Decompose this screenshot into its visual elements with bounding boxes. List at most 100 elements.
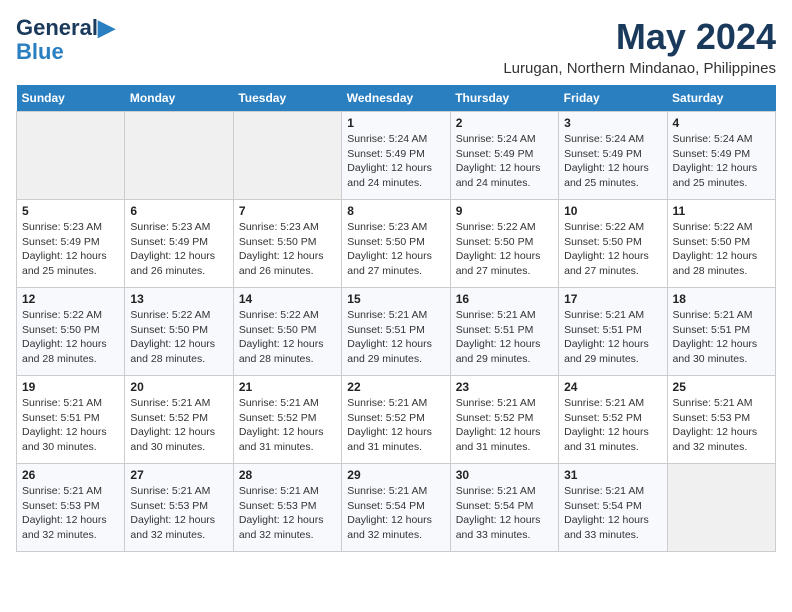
day-number: 24 [564, 380, 661, 394]
day-number: 30 [456, 468, 553, 482]
calendar-cell: 14Sunrise: 5:22 AMSunset: 5:50 PMDayligh… [233, 288, 341, 376]
day-number: 20 [130, 380, 227, 394]
day-number: 22 [347, 380, 444, 394]
calendar-cell: 5 Sunrise: 5:23 AMSunset: 5:49 PMDaylight… [17, 200, 125, 288]
page-header: General▶Blue May 2024 Lurugan, Northern … [16, 16, 776, 77]
calendar-cell: 25Sunrise: 5:21 AMSunset: 5:53 PMDayligh… [667, 376, 775, 464]
calendar-cell: 8Sunrise: 5:23 AMSunset: 5:50 PMDaylight… [342, 200, 450, 288]
month-title: May 2024 [503, 16, 776, 58]
day-detail: Sunrise: 5:24 AMSunset: 5:49 PMDaylight:… [673, 132, 770, 191]
weekday-header: Friday [559, 85, 667, 112]
day-detail: Sunrise: 5:21 AMSunset: 5:52 PMDaylight:… [456, 396, 553, 455]
day-number: 6 [130, 204, 227, 218]
day-number: 3 [564, 116, 661, 130]
calendar-cell: 3 Sunrise: 5:24 AMSunset: 5:49 PMDaylight… [559, 112, 667, 200]
day-detail: Sunrise: 5:21 AMSunset: 5:51 PMDaylight:… [22, 396, 119, 455]
day-number: 28 [239, 468, 336, 482]
calendar-cell [233, 112, 341, 200]
day-detail: Sunrise: 5:21 AMSunset: 5:52 PMDaylight:… [347, 396, 444, 455]
day-number: 26 [22, 468, 119, 482]
calendar-cell: 21 Sunrise: 5:21 AMSunset: 5:52 PMDayligh… [233, 376, 341, 464]
calendar-cell: 27 Sunrise: 5:21 AMSunset: 5:53 PMDayligh… [125, 464, 233, 552]
day-detail: Sunrise: 5:21 AMSunset: 5:53 PMDaylight:… [130, 484, 227, 543]
day-detail: Sunrise: 5:21 AMSunset: 5:51 PMDaylight:… [673, 308, 770, 367]
day-number: 14 [239, 292, 336, 306]
day-detail: Sunrise: 5:21 AMSunset: 5:52 PMDaylight:… [239, 396, 336, 455]
day-detail: Sunrise: 5:24 AMSunset: 5:49 PMDaylight:… [564, 132, 661, 191]
calendar-cell: 28 Sunrise: 5:21 AMSunset: 5:53 PMDayligh… [233, 464, 341, 552]
day-detail: Sunrise: 5:23 AMSunset: 5:49 PMDaylight:… [130, 220, 227, 279]
day-number: 31 [564, 468, 661, 482]
calendar-cell: 2Sunrise: 5:24 AMSunset: 5:49 PMDaylight… [450, 112, 558, 200]
day-detail: Sunrise: 5:23 AMSunset: 5:50 PMDaylight:… [347, 220, 444, 279]
day-detail: Sunrise: 5:21 AMSunset: 5:53 PMDaylight:… [239, 484, 336, 543]
day-number: 16 [456, 292, 553, 306]
calendar-cell: 18Sunrise: 5:21 AMSunset: 5:51 PMDayligh… [667, 288, 775, 376]
day-number: 10 [564, 204, 661, 218]
day-number: 13 [130, 292, 227, 306]
calendar-cell: 4 Sunrise: 5:24 AMSunset: 5:49 PMDaylight… [667, 112, 775, 200]
weekday-header: Sunday [17, 85, 125, 112]
day-number: 12 [22, 292, 119, 306]
calendar-week-row: 26 Sunrise: 5:21 AMSunset: 5:53 PMDayligh… [17, 464, 776, 552]
day-number: 21 [239, 380, 336, 394]
calendar-table: SundayMondayTuesdayWednesdayThursdayFrid… [16, 85, 776, 552]
day-number: 2 [456, 116, 553, 130]
calendar-cell: 11Sunrise: 5:22 AMSunset: 5:50 PMDayligh… [667, 200, 775, 288]
calendar-cell: 31 Sunrise: 5:21 AMSunset: 5:54 PMDayligh… [559, 464, 667, 552]
calendar-cell: 9 Sunrise: 5:22 AMSunset: 5:50 PMDaylight… [450, 200, 558, 288]
day-detail: Sunrise: 5:21 AMSunset: 5:52 PMDaylight:… [130, 396, 227, 455]
day-detail: Sunrise: 5:23 AMSunset: 5:49 PMDaylight:… [22, 220, 119, 279]
day-detail: Sunrise: 5:23 AMSunset: 5:50 PMDaylight:… [239, 220, 336, 279]
day-detail: Sunrise: 5:22 AMSunset: 5:50 PMDaylight:… [22, 308, 119, 367]
day-number: 27 [130, 468, 227, 482]
calendar-cell: 13 Sunrise: 5:22 AMSunset: 5:50 PMDayligh… [125, 288, 233, 376]
calendar-cell: 23 Sunrise: 5:21 AMSunset: 5:52 PMDayligh… [450, 376, 558, 464]
calendar-cell [667, 464, 775, 552]
day-detail: Sunrise: 5:22 AMSunset: 5:50 PMDaylight:… [130, 308, 227, 367]
day-detail: Sunrise: 5:24 AMSunset: 5:49 PMDaylight:… [347, 132, 444, 191]
calendar-week-row: 12 Sunrise: 5:22 AMSunset: 5:50 PMDayligh… [17, 288, 776, 376]
calendar-cell: 29 Sunrise: 5:21 AMSunset: 5:54 PMDayligh… [342, 464, 450, 552]
calendar-cell [125, 112, 233, 200]
logo-text: General▶Blue [16, 16, 115, 64]
day-detail: Sunrise: 5:21 AMSunset: 5:54 PMDaylight:… [456, 484, 553, 543]
day-detail: Sunrise: 5:21 AMSunset: 5:54 PMDaylight:… [347, 484, 444, 543]
calendar-cell: 24Sunrise: 5:21 AMSunset: 5:52 PMDayligh… [559, 376, 667, 464]
calendar-cell: 1 Sunrise: 5:24 AMSunset: 5:49 PMDaylight… [342, 112, 450, 200]
day-detail: Sunrise: 5:22 AMSunset: 5:50 PMDaylight:… [564, 220, 661, 279]
weekday-header: Wednesday [342, 85, 450, 112]
calendar-cell: 7 Sunrise: 5:23 AMSunset: 5:50 PMDaylight… [233, 200, 341, 288]
day-number: 4 [673, 116, 770, 130]
day-number: 23 [456, 380, 553, 394]
day-number: 1 [347, 116, 444, 130]
day-detail: Sunrise: 5:21 AMSunset: 5:54 PMDaylight:… [564, 484, 661, 543]
calendar-body: 1 Sunrise: 5:24 AMSunset: 5:49 PMDaylight… [17, 112, 776, 552]
day-detail: Sunrise: 5:22 AMSunset: 5:50 PMDaylight:… [456, 220, 553, 279]
day-number: 9 [456, 204, 553, 218]
day-number: 15 [347, 292, 444, 306]
weekday-header: Thursday [450, 85, 558, 112]
location: Lurugan, Northern Mindanao, Philippines [503, 60, 776, 77]
calendar-cell: 12 Sunrise: 5:22 AMSunset: 5:50 PMDayligh… [17, 288, 125, 376]
day-detail: Sunrise: 5:21 AMSunset: 5:53 PMDaylight:… [22, 484, 119, 543]
day-number: 17 [564, 292, 661, 306]
day-number: 19 [22, 380, 119, 394]
day-number: 11 [673, 204, 770, 218]
day-number: 5 [22, 204, 119, 218]
day-detail: Sunrise: 5:21 AMSunset: 5:53 PMDaylight:… [673, 396, 770, 455]
calendar-cell: 15Sunrise: 5:21 AMSunset: 5:51 PMDayligh… [342, 288, 450, 376]
calendar-cell: 10 Sunrise: 5:22 AMSunset: 5:50 PMDayligh… [559, 200, 667, 288]
logo: General▶Blue [16, 16, 115, 64]
calendar-cell: 6 Sunrise: 5:23 AMSunset: 5:49 PMDaylight… [125, 200, 233, 288]
day-number: 7 [239, 204, 336, 218]
calendar-cell: 30 Sunrise: 5:21 AMSunset: 5:54 PMDayligh… [450, 464, 558, 552]
weekday-header: Saturday [667, 85, 775, 112]
calendar-cell [17, 112, 125, 200]
calendar-week-row: 1 Sunrise: 5:24 AMSunset: 5:49 PMDaylight… [17, 112, 776, 200]
calendar-week-row: 5 Sunrise: 5:23 AMSunset: 5:49 PMDaylight… [17, 200, 776, 288]
calendar-week-row: 19 Sunrise: 5:21 AMSunset: 5:51 PMDayligh… [17, 376, 776, 464]
calendar-cell: 17Sunrise: 5:21 AMSunset: 5:51 PMDayligh… [559, 288, 667, 376]
day-number: 29 [347, 468, 444, 482]
calendar-cell: 19 Sunrise: 5:21 AMSunset: 5:51 PMDayligh… [17, 376, 125, 464]
